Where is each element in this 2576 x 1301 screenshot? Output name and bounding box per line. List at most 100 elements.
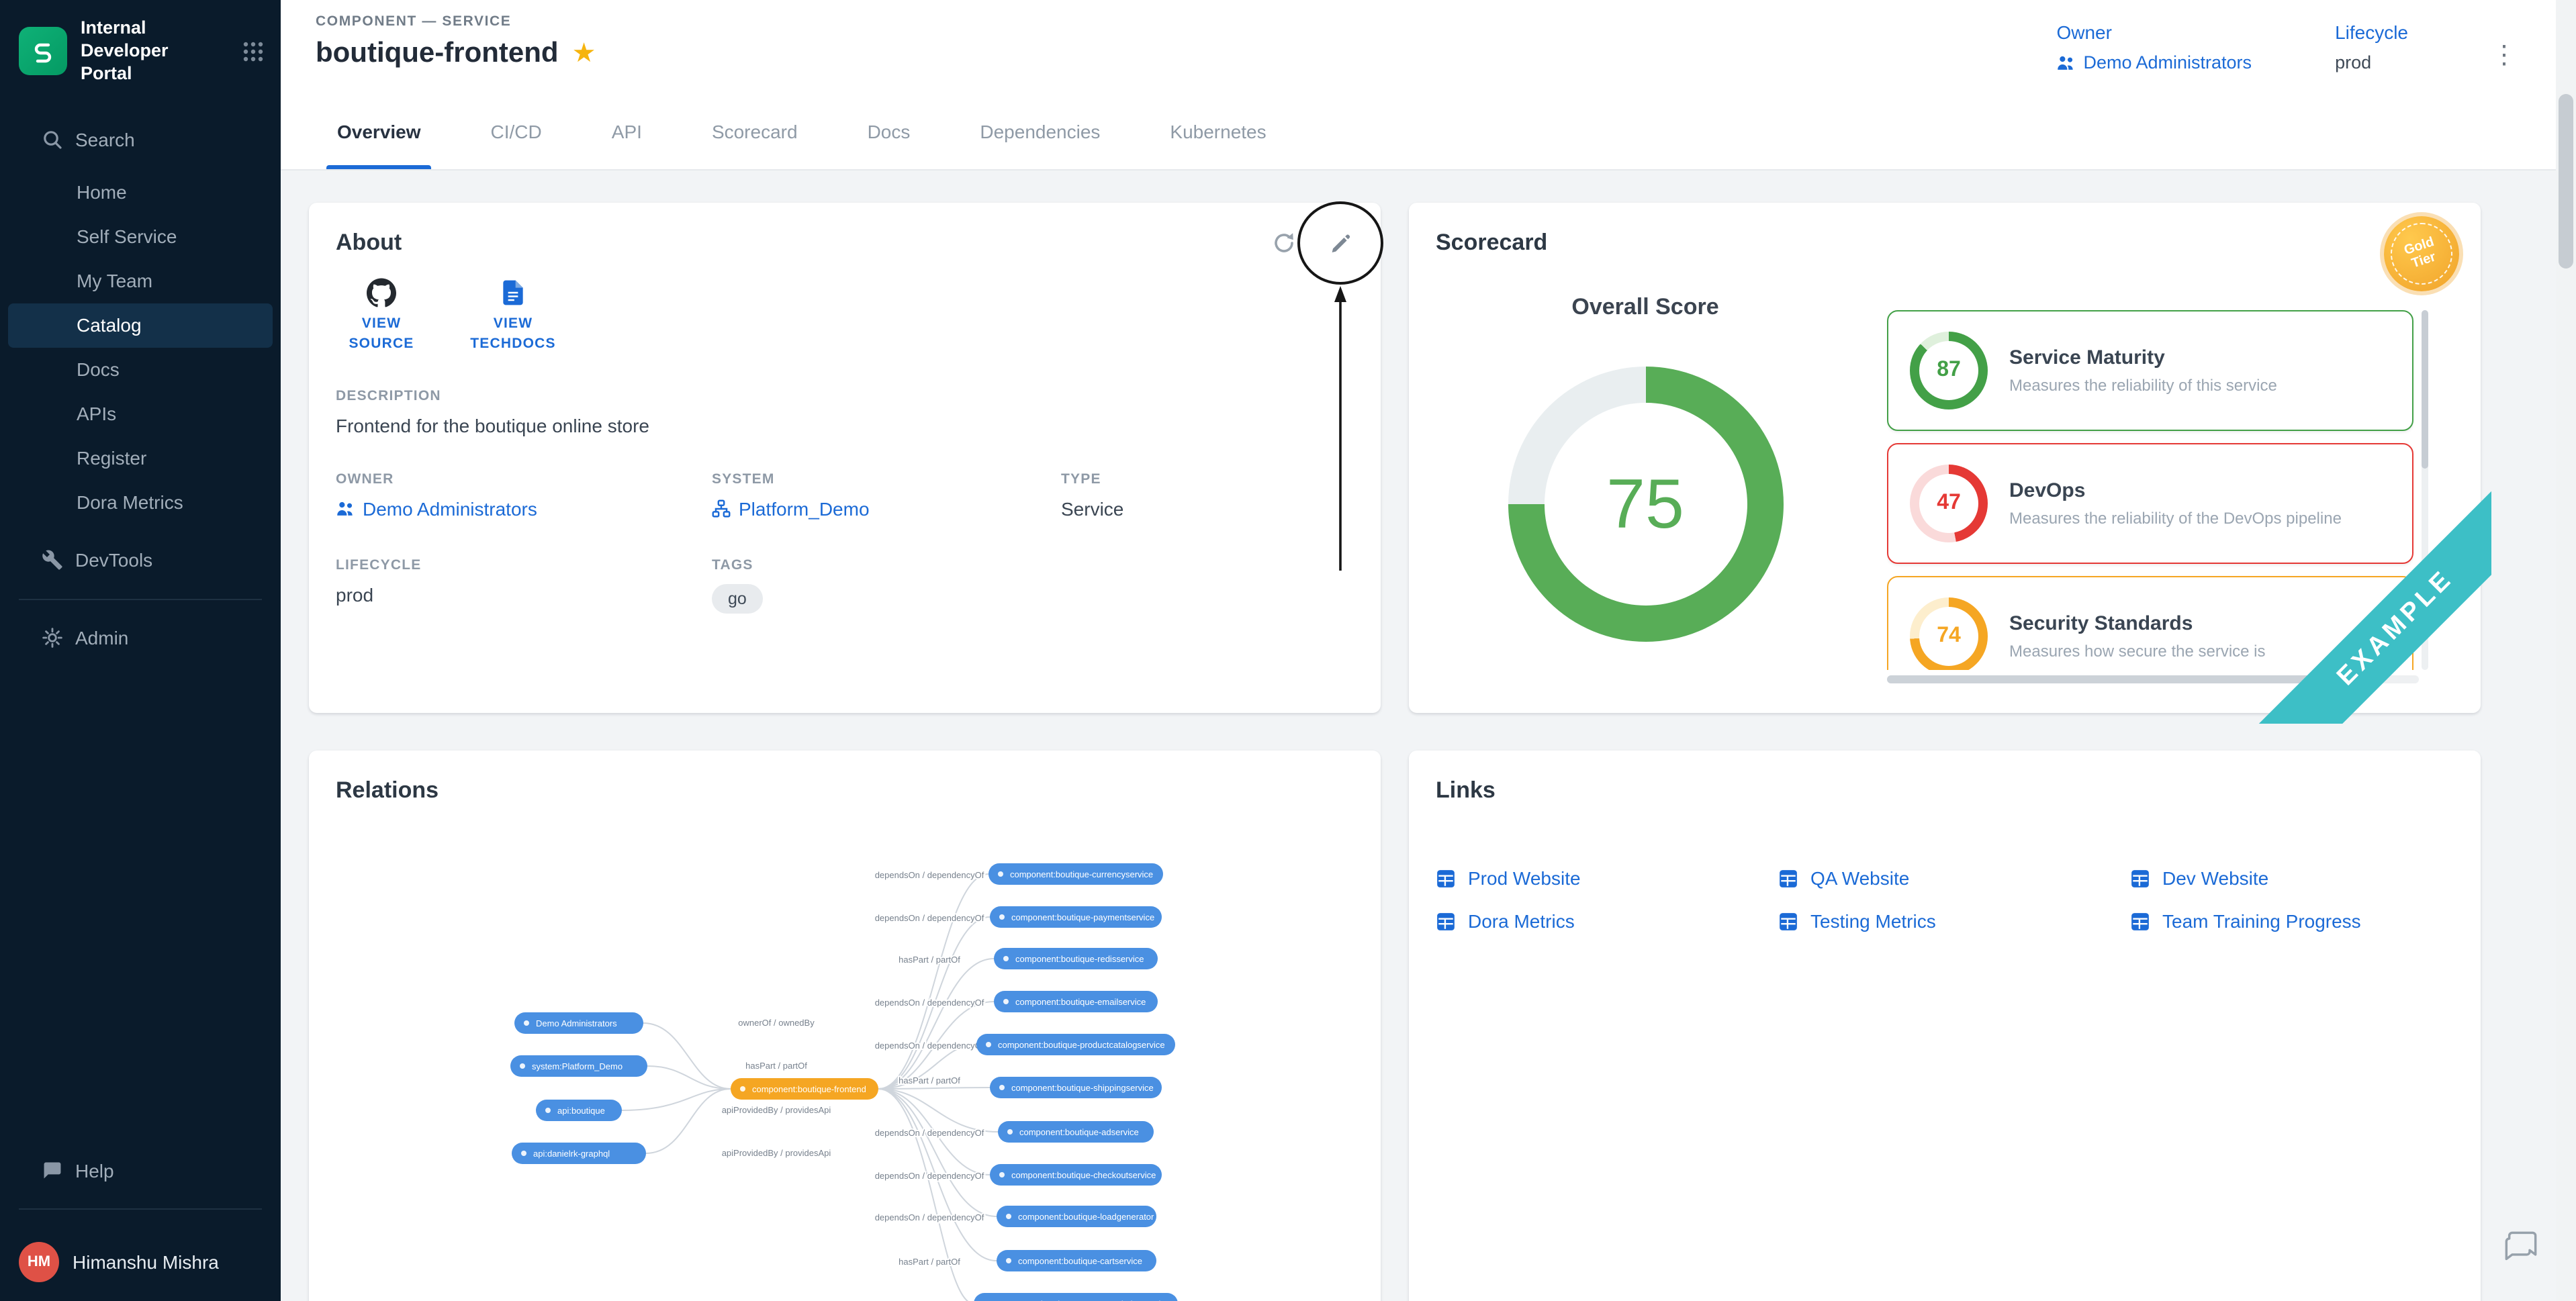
score-description: Measures the reliability of this service	[2009, 376, 2277, 395]
link-team-training-progress[interactable]: Team Training Progress	[2130, 906, 2454, 936]
field-lifecycle: LIFECYCLE prod	[336, 558, 712, 614]
tab-api[interactable]: API	[577, 94, 677, 169]
sidebar-item-self-service[interactable]: Self Service	[0, 214, 281, 258]
sidebar-item-docs[interactable]: Docs	[0, 347, 281, 391]
field-owner: OWNER Demo Administrators	[336, 472, 712, 520]
relation-node-center[interactable]: component:boutique-frontend	[731, 1078, 878, 1100]
sidebar-item-register[interactable]: Register	[0, 436, 281, 480]
sidebar-item-label: Register	[77, 447, 146, 469]
sidebar-item-devtools[interactable]: DevTools	[0, 538, 281, 582]
edge-label: hasPart / partOf	[745, 1061, 807, 1071]
sidebar-item-apis[interactable]: APIs	[0, 391, 281, 436]
view-source-link[interactable]: VIEW SOURCE	[336, 278, 427, 354]
scorecard-card-title: Scorecard	[1436, 230, 2454, 256]
relation-node[interactable]: system:Platform_Demo	[510, 1055, 647, 1077]
score-item-security-standards[interactable]: 74 Security Standards Measures how secur…	[1887, 576, 2413, 670]
svg-text:component:boutique-paymentserv: component:boutique-paymentservice	[1011, 912, 1154, 922]
sidebar-item-label: Docs	[77, 358, 120, 380]
edit-button[interactable]	[1327, 230, 1354, 256]
breadcrumb: COMPONENT — SERVICE	[316, 13, 596, 30]
score-item-service-maturity[interactable]: 87 Service Maturity Measures the reliabi…	[1887, 310, 2413, 431]
sidebar-item-admin[interactable]: Admin	[0, 616, 281, 660]
sidebar-item-home[interactable]: Home	[0, 170, 281, 214]
tab-cicd[interactable]: CI/CD	[456, 94, 577, 169]
relation-node[interactable]: component:boutique-cartservice	[997, 1250, 1156, 1271]
user-name: Himanshu Mishra	[73, 1251, 219, 1273]
app-logo[interactable]	[19, 28, 67, 76]
refresh-button[interactable]	[1271, 230, 1297, 256]
score-list-vertical-scrollbar[interactable]	[2422, 310, 2428, 670]
more-options-kebab-icon[interactable]: ⋮	[2491, 40, 2517, 70]
links-grid: Prod Website QA Website Dev Website Dora…	[1436, 863, 2454, 936]
svg-text:component:boutique-loadgenerat: component:boutique-loadgenerator	[1018, 1212, 1154, 1222]
link-grid-icon	[2130, 868, 2150, 888]
sidebar-item-help[interactable]: Help	[0, 1148, 281, 1192]
relations-card: Relations	[309, 751, 1381, 1301]
sidebar-search[interactable]: Search	[0, 117, 281, 162]
main-area: COMPONENT — SERVICE boutique-frontend ★ …	[281, 0, 2576, 1301]
description-label: DESCRIPTION	[336, 389, 1354, 405]
edge-label: dependsOn / dependencyOf	[875, 1041, 984, 1051]
relation-node[interactable]: api:boutique	[536, 1100, 622, 1121]
edge-label: dependsOn / dependencyOf	[875, 1171, 984, 1181]
link-grid-icon	[2130, 911, 2150, 931]
relation-node[interactable]: component:boutique-productcatalogservice	[976, 1034, 1175, 1055]
relation-node[interactable]: component:boutique-paymentservice	[990, 906, 1162, 928]
chat-widget-button[interactable]	[2503, 1230, 2538, 1271]
score-list: 87 Service Maturity Measures the reliabi…	[1887, 310, 2413, 670]
gold-tier-badge-label: Gold Tier	[2398, 234, 2446, 274]
link-dora-metrics[interactable]: Dora Metrics	[1436, 906, 1778, 936]
relation-node[interactable]: api:danielrk-graphql	[512, 1143, 646, 1164]
tab-docs[interactable]: Docs	[833, 94, 946, 169]
edge-label: ownerOf / ownedBy	[738, 1018, 815, 1028]
sidebar-item-catalog[interactable]: Catalog	[8, 303, 273, 347]
view-techdocs-link[interactable]: VIEW TECHDOCS	[467, 278, 559, 354]
tab-kubernetes[interactable]: Kubernetes	[1135, 94, 1301, 169]
page-scrollbar[interactable]	[2556, 0, 2576, 1301]
chat-bubble-icon	[2503, 1230, 2538, 1265]
relation-node[interactable]: component:boutique-recommendationservice	[974, 1293, 1178, 1301]
sidebar-nav: Home Self Service My Team Catalog Docs A…	[0, 170, 281, 524]
page-scrollbar-thumb[interactable]	[2559, 94, 2573, 269]
score-list-horizontal-scrollbar[interactable]	[1887, 675, 2419, 683]
tab-overview[interactable]: Overview	[302, 94, 456, 169]
relation-node[interactable]: Demo Administrators	[514, 1012, 643, 1034]
sidebar-item-dora-metrics[interactable]: Dora Metrics	[0, 480, 281, 524]
owner-entity-link[interactable]: Demo Administrators	[336, 499, 712, 520]
score-name: DevOps	[2009, 479, 2342, 502]
overall-score-block: Overall Score 75	[1506, 294, 1785, 642]
system-entity-link[interactable]: Platform_Demo	[712, 499, 1061, 520]
score-item-devops[interactable]: 47 DevOps Measures the reliability of th…	[1887, 443, 2413, 564]
favorite-star-icon[interactable]: ★	[572, 40, 596, 67]
relation-node[interactable]: component:boutique-adservice	[998, 1121, 1154, 1143]
svg-text:system:Platform_Demo: system:Platform_Demo	[532, 1061, 623, 1071]
relation-node[interactable]: component:boutique-loadgenerator	[997, 1206, 1156, 1227]
tab-dependencies[interactable]: Dependencies	[945, 94, 1135, 169]
edge-label: dependsOn / dependencyOf	[875, 870, 984, 880]
pencil-icon	[1328, 231, 1352, 255]
wrench-icon	[42, 549, 63, 571]
sidebar-item-label: DevTools	[75, 549, 152, 571]
owner-block: Owner Demo Administrators	[2056, 21, 2252, 73]
edge-label: apiProvidedBy / providesApi	[722, 1148, 831, 1158]
relation-node[interactable]: component:boutique-emailservice	[994, 991, 1158, 1012]
sidebar-divider	[19, 1208, 262, 1210]
field-label: LIFECYCLE	[336, 558, 712, 574]
tab-scorecard[interactable]: Scorecard	[677, 94, 833, 169]
tag-chip-go[interactable]: go	[712, 585, 763, 614]
link-prod-website[interactable]: Prod Website	[1436, 863, 1778, 893]
user-menu[interactable]: HM Himanshu Mishra	[0, 1226, 281, 1301]
overall-score-label: Overall Score	[1506, 294, 1785, 321]
tab-bar: Overview CI/CD API Scorecard Docs Depend…	[281, 94, 2576, 171]
relation-node[interactable]: component:boutique-currencyservice	[988, 863, 1163, 885]
link-qa-website[interactable]: QA Website	[1778, 863, 2130, 893]
link-testing-metrics[interactable]: Testing Metrics	[1778, 906, 2130, 936]
owner-link[interactable]: Demo Administrators	[2056, 52, 2252, 73]
relation-node[interactable]: component:boutique-redisservice	[994, 948, 1158, 969]
apps-grid-icon[interactable]	[242, 40, 265, 63]
sidebar-item-my-team[interactable]: My Team	[0, 258, 281, 303]
link-dev-website[interactable]: Dev Website	[2130, 863, 2454, 893]
relation-node[interactable]: component:boutique-shippingservice	[990, 1077, 1162, 1098]
field-type: TYPE Service	[1061, 472, 1354, 520]
relation-node[interactable]: component:boutique-checkoutservice	[990, 1164, 1162, 1186]
